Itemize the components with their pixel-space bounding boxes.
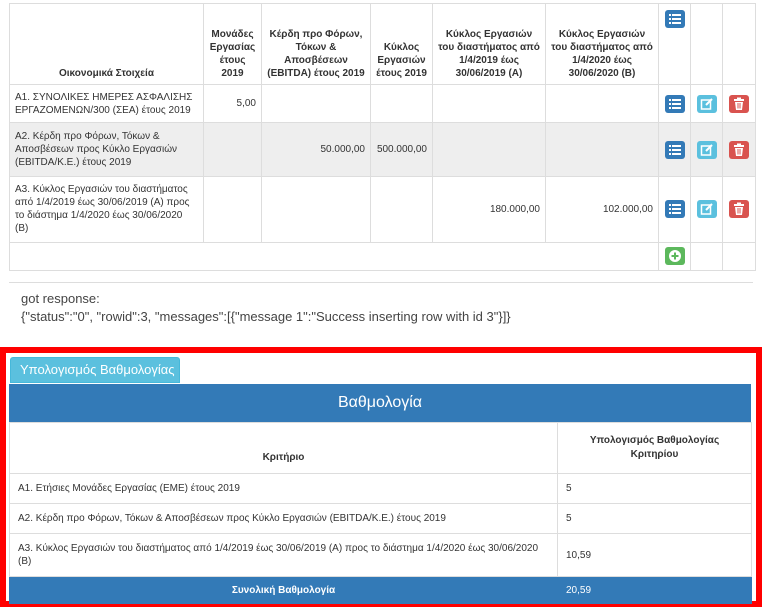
list-icon [668, 98, 681, 109]
delete-row-button[interactable] [729, 200, 749, 219]
col-header-period-a: Κύκλος Εργασιών του διαστήματος από 1/4/… [432, 2, 546, 86]
criterion-label: Α1. Ετήσιες Μονάδες Εργασίας (ΕΜΕ) έτους… [9, 473, 558, 504]
total-value: 20,59 [557, 576, 752, 604]
total-row: Συνολική Βαθμολογία 20,59 [9, 576, 752, 604]
edit-cell [690, 84, 723, 124]
edit-row-button[interactable] [696, 140, 717, 159]
cell-period-a [432, 84, 546, 124]
plus-circle-icon [668, 250, 681, 263]
edit-row-button[interactable] [696, 200, 717, 219]
col-header-ebitda: Κέρδη προ Φόρων, Τόκων & Αποσβέσεων (EBI… [261, 2, 371, 86]
edit-icon [700, 203, 713, 215]
cell-period-b [545, 122, 659, 177]
col-header-criterion: Κριτήριο [9, 422, 558, 474]
trash-icon [734, 143, 744, 156]
header-list-button[interactable] [664, 10, 685, 28]
edit-icon [700, 143, 713, 156]
cell-period-b [545, 84, 659, 124]
col-header-turnover: Κύκλος Εργασιών έτους 2019 [370, 2, 433, 86]
edit-icon [700, 98, 713, 110]
header-empty-cell [722, 2, 756, 86]
delete-cell [722, 175, 756, 243]
list-cell [658, 122, 691, 177]
criterion-score: 10,59 [557, 533, 752, 577]
empty-cell [690, 241, 723, 272]
col-header-period-b: Κύκλος Εργασιών του διαστήματος από 1/4/… [545, 2, 659, 86]
edit-cell [690, 175, 723, 243]
edit-cell [690, 122, 723, 177]
row-label: Α3. Κύκλος Εργασιών του διαστήματος από … [9, 175, 204, 243]
header-list-cell [658, 2, 691, 86]
cell-ebitda: 50.000,00 [261, 122, 371, 177]
criterion-label: Α2. Κέρδη προ Φόρων, Τόκων & Αποσβέσεων … [9, 503, 558, 534]
delete-row-button[interactable] [729, 94, 749, 113]
row-label: Α2. Κέρδη προ Φόρων, Τόκων & Αποσβέσεων … [9, 122, 204, 177]
response-json: {"status":"0", "rowid":3, "messages":[{"… [21, 309, 511, 324]
header-empty-cell [690, 2, 723, 86]
cell-ebitda [261, 84, 371, 124]
row-label: Α1. ΣΥΝΟΛΙΚΕΣ ΗΜΕΡΕΣ ΑΣΦΑΛΙΣΗΣ ΕΡΓΑΖΟΜΕΝ… [9, 84, 204, 124]
scoring-title: Βαθμολογία [9, 384, 751, 422]
cell-work-units [203, 122, 262, 177]
view-row-button[interactable] [664, 140, 685, 159]
list-cell [658, 175, 691, 243]
delete-row-button[interactable] [729, 140, 749, 159]
criterion-label: Α3. Κύκλος Εργασιών του διαστήματος από … [9, 533, 558, 577]
add-row-spacer [9, 241, 659, 272]
cell-work-units: 5,00 [203, 84, 262, 124]
cell-turnover [370, 175, 433, 243]
cell-period-a [432, 122, 546, 177]
table-row: Α1. Ετήσιες Μονάδες Εργασίας (ΕΜΕ) έτους… [9, 473, 752, 504]
cell-turnover [370, 84, 433, 124]
add-row-button[interactable] [664, 247, 685, 266]
list-icon [668, 14, 681, 24]
financial-data-table: Οικονομικά Στοιχεία Μονάδες Εργασίας έτο… [9, 2, 756, 272]
table-row: Α3. Κύκλος Εργασιών του διαστήματος από … [9, 175, 756, 243]
cell-turnover: 500.000,00 [370, 122, 433, 177]
delete-cell [722, 84, 756, 124]
add-row [9, 241, 756, 272]
total-label: Συνολική Βαθμολογία [9, 576, 558, 604]
col-header-financial-items: Οικονομικά Στοιχεία [9, 2, 204, 86]
empty-cell [722, 241, 756, 272]
view-row-button[interactable] [664, 200, 685, 219]
table-row: Α2. Κέρδη προ Φόρων, Τόκων & Αποσβέσεων … [9, 122, 756, 177]
table-row: Α3. Κύκλος Εργασιών του διαστήματος από … [9, 533, 752, 577]
response-panel: got response: {"status":"0", "rowid":3, … [9, 282, 753, 341]
tab-score-calculation[interactable]: Υπολογισμός Βαθμολογίας [10, 357, 180, 383]
trash-icon [734, 97, 744, 110]
criterion-score: 5 [557, 503, 752, 534]
add-cell [658, 241, 691, 272]
view-row-button[interactable] [664, 94, 685, 113]
delete-cell [722, 122, 756, 177]
list-icon [668, 204, 681, 215]
cell-ebitda [261, 175, 371, 243]
table-row: Α2. Κέρδη προ Φόρων, Τόκων & Αποσβέσεων … [9, 503, 752, 534]
cell-period-b: 102.000,00 [545, 175, 659, 243]
response-label: got response: [21, 291, 100, 306]
table-row: Α1. ΣΥΝΟΛΙΚΕΣ ΗΜΕΡΕΣ ΑΣΦΑΛΙΣΗΣ ΕΡΓΑΖΟΜΕΝ… [9, 84, 756, 124]
list-cell [658, 84, 691, 124]
edit-row-button[interactable] [696, 94, 717, 113]
criterion-score: 5 [557, 473, 752, 504]
cell-period-a: 180.000,00 [432, 175, 546, 243]
col-header-work-units: Μονάδες Εργασίας έτους 2019 [203, 2, 262, 86]
cell-work-units [203, 175, 262, 243]
trash-icon [734, 202, 744, 216]
list-icon [668, 144, 681, 155]
scoring-table: Κριτήριο Υπολογισμός Βαθμολογίας Κριτηρί… [9, 422, 752, 604]
col-header-criterion-score: Υπολογισμός Βαθμολογίας Κριτηρίου [557, 422, 752, 474]
